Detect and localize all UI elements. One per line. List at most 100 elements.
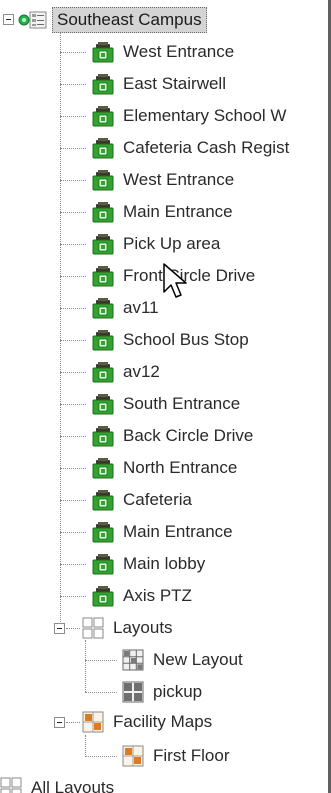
tree-connector	[85, 735, 86, 757]
tree-node-label: Main Entrance	[123, 202, 233, 221]
tree-connector	[85, 640, 86, 692]
tree-node-label: Elementary School W	[123, 106, 287, 125]
tree-connector	[60, 468, 86, 469]
tree-node-camera[interactable]: West Entrance	[92, 166, 237, 194]
tree-connector	[60, 28, 61, 628]
camera-icon	[92, 393, 114, 415]
camera-icon	[92, 137, 114, 159]
tree-node-label: Pick Up area	[123, 234, 221, 253]
tree-node-camera[interactable]: Cafeteria	[92, 486, 195, 514]
tree-connector	[85, 756, 117, 757]
tree-node-label: Axis PTZ	[123, 586, 192, 605]
tree-connector	[60, 212, 86, 213]
tree-connector	[60, 116, 86, 117]
tree-connector	[85, 660, 117, 661]
tree-node-label: South Entrance	[123, 394, 241, 413]
tree-connector	[60, 308, 86, 309]
tree-node-label: School Bus Stop	[123, 330, 249, 349]
tree-node-root[interactable]: Southeast Campus	[18, 6, 207, 34]
camera-icon	[92, 297, 114, 319]
tree-node-label: av12	[123, 362, 160, 381]
tree-node-camera[interactable]: North Entrance	[92, 454, 240, 482]
tree-node-all-layouts[interactable]: All Layouts	[0, 774, 117, 793]
floor-map-icon	[122, 745, 144, 767]
tree-node-label: East Stairwell	[123, 74, 226, 93]
tree-node-label: First Floor	[153, 746, 230, 765]
tree-connector	[60, 404, 86, 405]
camera-icon	[92, 265, 114, 287]
tree-node-label: New Layout	[153, 650, 243, 669]
tree-connector	[60, 596, 86, 597]
tree-node-layout[interactable]: pickup	[122, 678, 205, 706]
map-folder-icon	[82, 711, 104, 733]
layouts-folder-icon	[0, 777, 22, 793]
tree-node-camera[interactable]: av12	[92, 358, 163, 386]
tree-node-camera[interactable]: School Bus Stop	[92, 326, 252, 354]
mouse-pointer-icon	[163, 263, 187, 298]
collapse-facility-maps-toggle[interactable]	[54, 717, 65, 728]
tree-node-map[interactable]: First Floor	[122, 742, 233, 770]
camera-tree: Southeast Campus West Entrance East Stai…	[0, 0, 331, 793]
camera-icon	[92, 457, 114, 479]
tree-node-camera[interactable]: Back Circle Drive	[92, 422, 256, 450]
tree-node-label: West Entrance	[123, 42, 235, 61]
camera-icon	[92, 169, 114, 191]
camera-icon	[92, 73, 114, 95]
tree-node-layout[interactable]: New Layout	[122, 646, 246, 674]
tree-connector	[60, 564, 86, 565]
camera-icon	[92, 489, 114, 511]
tree-node-label: Facility Maps	[113, 712, 213, 731]
tree-node-camera[interactable]: West Entrance	[92, 38, 237, 66]
tree-connector	[60, 276, 86, 277]
quad-layout-icon	[122, 681, 144, 703]
tree-connector	[60, 340, 86, 341]
tree-node-label: Cafeteria Cash Regist	[123, 138, 290, 157]
tree-node-camera[interactable]: Main lobby	[92, 550, 208, 578]
camera-icon	[92, 585, 114, 607]
tree-connector	[60, 84, 86, 85]
tree-connector	[60, 244, 86, 245]
tree-node-label: pickup	[153, 682, 203, 701]
tree-node-camera[interactable]: South Entrance	[92, 390, 243, 418]
tree-node-camera[interactable]: Elementary School W	[92, 102, 289, 130]
tree-node-camera[interactable]: Main Entrance	[92, 518, 236, 546]
tree-node-label: All Layouts	[31, 778, 115, 793]
tree-connector	[60, 372, 86, 373]
layouts-folder-icon	[82, 617, 104, 639]
tree-node-label: Layouts	[113, 618, 173, 637]
camera-icon	[92, 361, 114, 383]
camera-icon	[92, 521, 114, 543]
tree-connector	[60, 148, 86, 149]
tree-node-facility-maps[interactable]: Facility Maps	[82, 708, 215, 736]
tree-node-camera[interactable]: Pick Up area	[92, 230, 223, 258]
tree-node-label: Cafeteria	[123, 490, 192, 509]
tree-node-camera[interactable]: East Stairwell	[92, 70, 229, 98]
tree-connector	[60, 180, 86, 181]
tree-node-camera[interactable]: Axis PTZ	[92, 582, 195, 610]
network-root-icon	[18, 9, 48, 31]
tree-node-label: Main lobby	[123, 554, 206, 573]
tree-connector	[60, 52, 86, 53]
tree-node-label: av11	[123, 298, 159, 317]
camera-icon	[92, 553, 114, 575]
tree-node-label: Main Entrance	[123, 522, 233, 541]
camera-icon	[92, 233, 114, 255]
tree-node-label: Back Circle Drive	[123, 426, 254, 445]
tree-connector	[60, 436, 86, 437]
tree-node-label: West Entrance	[123, 170, 235, 189]
camera-icon	[92, 329, 114, 351]
tree-node-camera[interactable]: Cafeteria Cash Regist	[92, 134, 292, 162]
tree-node-camera[interactable]: av11	[92, 294, 162, 322]
camera-icon	[92, 105, 114, 127]
tree-node-camera[interactable]: Main Entrance	[92, 198, 236, 226]
tree-node-label: North Entrance	[123, 458, 238, 477]
collapse-layouts-toggle[interactable]	[54, 623, 65, 634]
tree-connector	[85, 692, 117, 693]
tree-connector	[66, 722, 80, 723]
tree-connector	[60, 500, 86, 501]
camera-icon	[92, 201, 114, 223]
collapse-root-toggle[interactable]	[3, 14, 14, 25]
tree-node-layouts[interactable]: Layouts	[82, 614, 176, 642]
tree-connector	[60, 532, 86, 533]
tree-node-label: Southeast Campus	[52, 7, 207, 33]
